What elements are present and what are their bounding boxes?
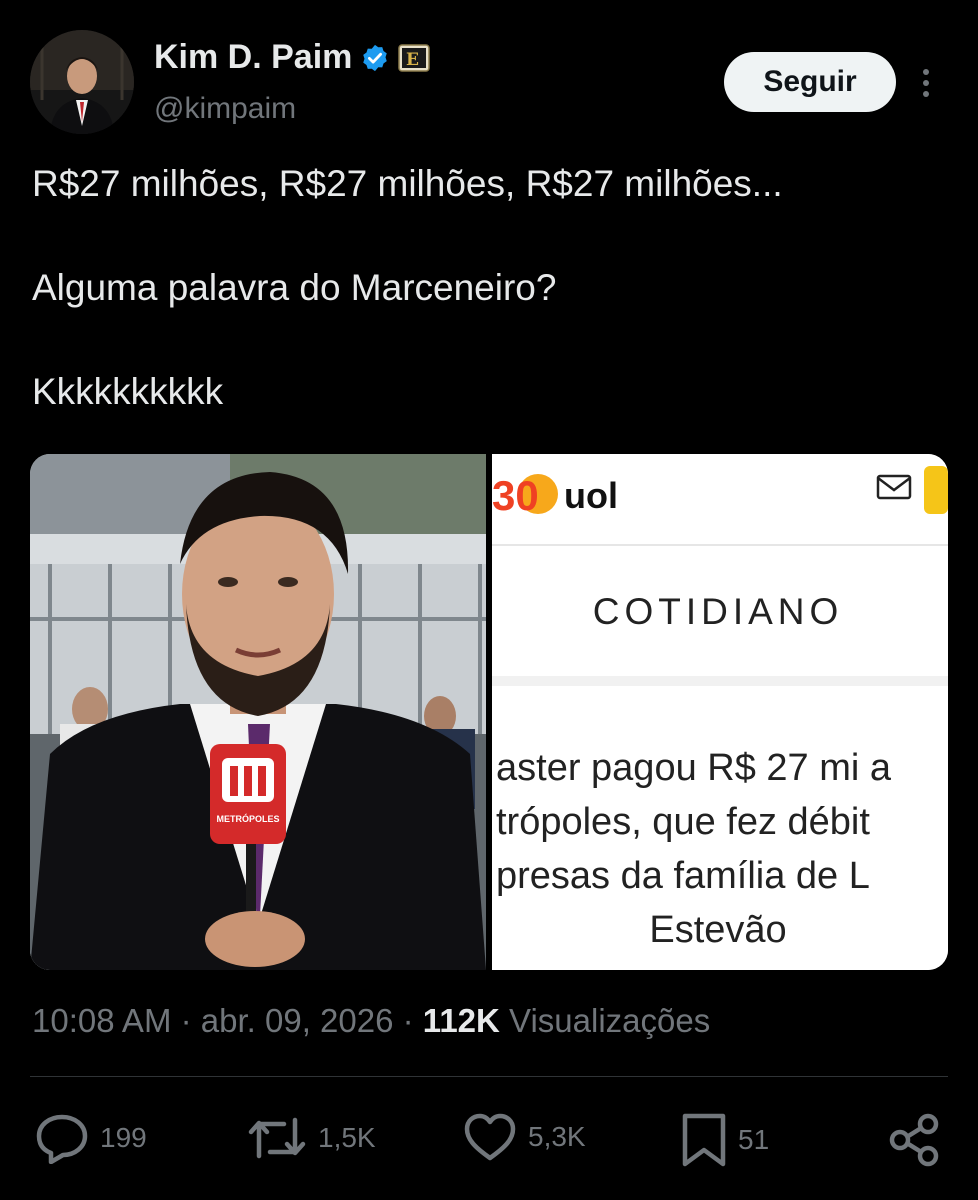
tweet-date[interactable]: abr. 09, 2026 (201, 1002, 394, 1039)
avatar[interactable] (30, 30, 134, 134)
svg-text:E: E (406, 50, 419, 70)
like-button[interactable]: 5,3K (462, 1112, 586, 1162)
article-headline-line-2: trópoles, que fez débit (496, 801, 870, 843)
bookmark-icon (682, 1113, 726, 1167)
views-label: Visualizações (509, 1002, 711, 1039)
article-headline-line-1: aster pagou R$ 27 mi a (496, 747, 892, 789)
mic-brand-label: METRÓPOLES (216, 813, 279, 824)
author-name[interactable]: Kim D. Paim (154, 38, 352, 77)
verified-icon (363, 44, 388, 71)
article-brand-number: 30 (492, 472, 539, 519)
tweet-media[interactable]: METRÓPOLES 30 uol COTIDIANO aster pagou … (30, 454, 948, 970)
article-brand: uol (564, 475, 618, 516)
follow-button[interactable]: Seguir (724, 52, 896, 112)
reply-count: 199 (100, 1122, 147, 1153)
more-icon[interactable] (916, 64, 936, 104)
divider (30, 1076, 948, 1077)
share-button[interactable] (886, 1112, 942, 1168)
article-screenshot: 30 uol COTIDIANO aster pagou R$ 27 mi a … (492, 454, 948, 970)
media-article-screenshot[interactable]: 30 uol COTIDIANO aster pagou R$ 27 mi a … (492, 454, 948, 970)
tweet-text: R$27 milhões, R$27 milhões, R$27 milhões… (32, 158, 932, 418)
bookmark-count: 51 (738, 1124, 770, 1155)
reporter-photo: METRÓPOLES (30, 454, 486, 970)
like-icon (464, 1113, 516, 1161)
tweet-line-2: Alguma palavra do Marceneiro? (32, 267, 557, 308)
like-count: 5,3K (528, 1121, 586, 1152)
media-photo-reporter[interactable]: METRÓPOLES (30, 454, 486, 970)
affiliate-badge-icon[interactable]: E (398, 43, 431, 72)
reply-icon (36, 1114, 88, 1164)
author-handle[interactable]: @kimpaim (154, 92, 296, 126)
author-name-row: Kim D. Paim E (154, 38, 431, 77)
repost-button[interactable]: 1,5K (246, 1112, 376, 1164)
tweet-line-3: Kkkkkkkkkk (32, 371, 224, 412)
tweet-time[interactable]: 10:08 AM (32, 1002, 171, 1039)
bookmark-button[interactable]: 51 (680, 1112, 769, 1168)
article-headline-line-4: Estevão (649, 909, 786, 951)
reply-button[interactable]: 199 (34, 1112, 147, 1164)
repost-count: 1,5K (318, 1122, 376, 1153)
views-count: 112K (422, 1002, 500, 1039)
repost-icon (248, 1117, 306, 1159)
tweet-line-1: R$27 milhões, R$27 milhões, R$27 milhões… (32, 163, 783, 204)
article-headline-line-3: presas da família de L (496, 855, 870, 897)
article-section: COTIDIANO (593, 591, 844, 632)
tweet-meta: 10:08 AM · abr. 09, 2026 · 112K Visualiz… (32, 1002, 710, 1040)
meta-separator: · (402, 1002, 414, 1039)
avatar-image (30, 30, 134, 134)
meta-separator: · (180, 1002, 192, 1039)
share-icon (889, 1113, 939, 1167)
